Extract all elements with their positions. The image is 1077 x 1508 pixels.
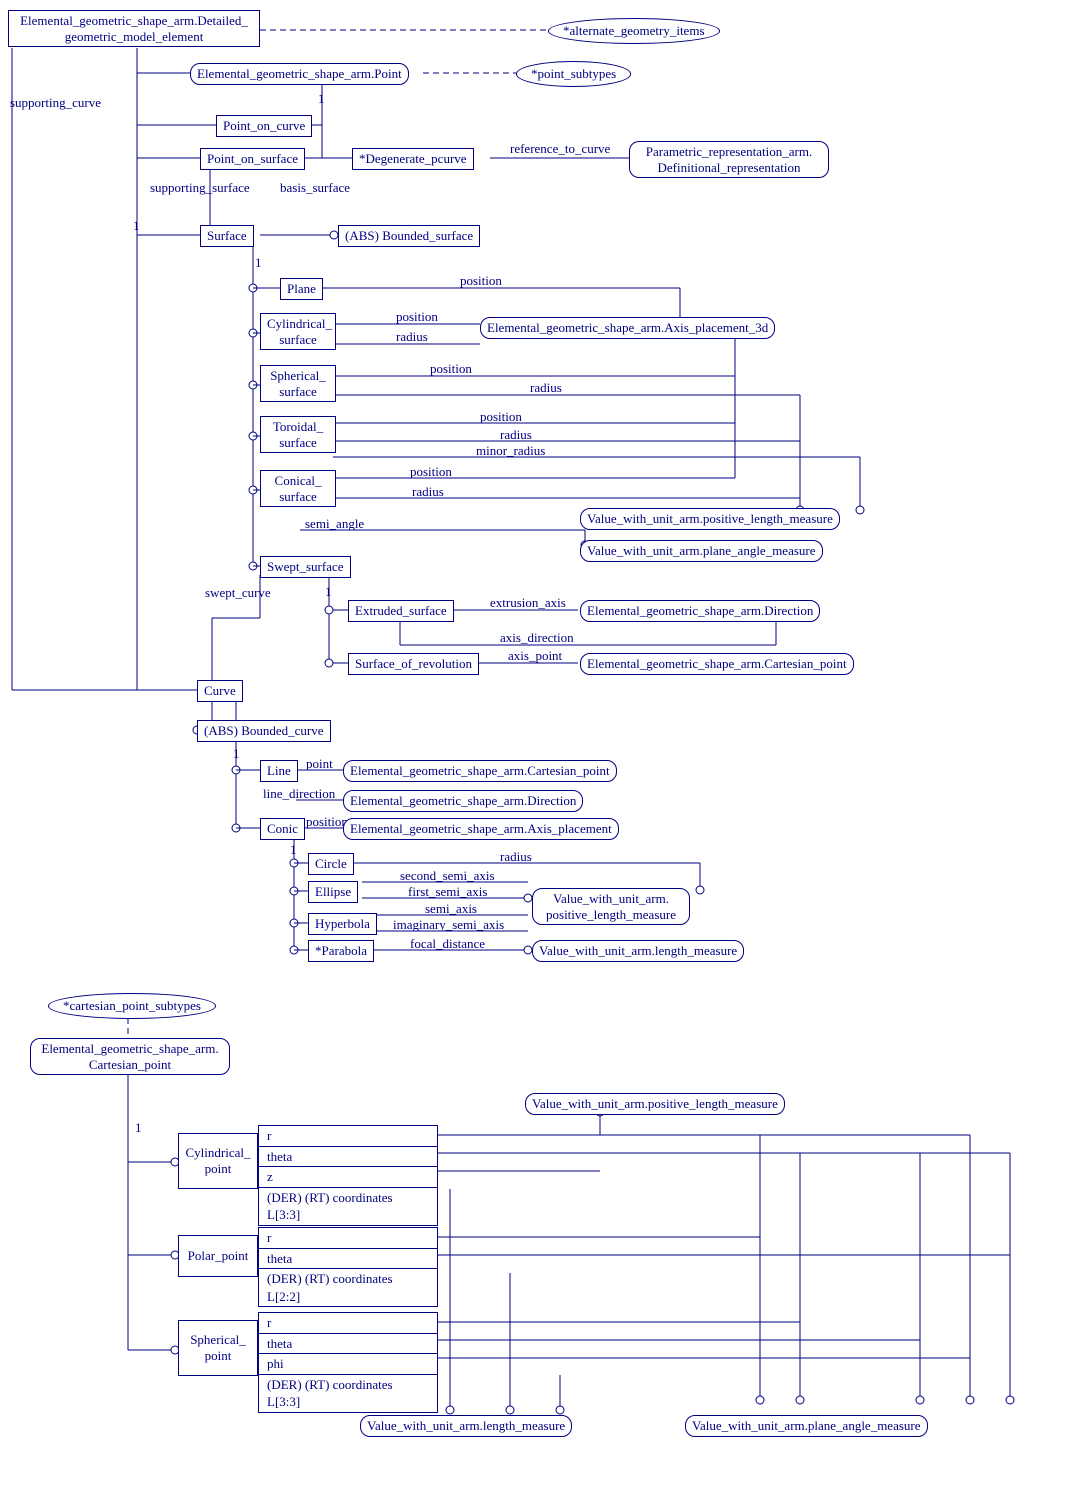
bounded-surface-box: (ABS) Bounded_surface: [338, 225, 480, 247]
surface-box: Surface: [200, 225, 254, 247]
point-box: Elemental_geometric_shape_arm.Point: [190, 63, 409, 85]
dir-box: Elemental_geometric_shape_arm.Direction: [580, 600, 820, 622]
conic-box: Conic: [260, 818, 305, 840]
polar-pt-box: Polar_point: [178, 1235, 258, 1277]
cyl-pt-box: Cylindrical_point: [178, 1133, 258, 1189]
pam-box: Value_with_unit_arm.plane_angle_measure: [580, 540, 823, 562]
lm-box: Value_with_unit_arm.length_measure: [532, 940, 744, 962]
swept-surf-box: Swept_surface: [260, 556, 351, 578]
hyperbola-box: Hyperbola: [308, 913, 377, 935]
pam3-box: Value_with_unit_arm.plane_angle_measure: [685, 1415, 928, 1437]
bounded-curve-box: (ABS) Bounded_curve: [197, 720, 331, 742]
cart-root-box: Elemental_geometric_shape_arm.Cartesian_…: [30, 1038, 230, 1075]
root-box: Elemental_geometric_shape_arm.Detailed_g…: [8, 10, 260, 47]
root-text: Elemental_geometric_shape_arm.Detailed_g…: [20, 13, 248, 44]
axis-place-box: Elemental_geometric_shape_arm.Axis_place…: [343, 818, 619, 840]
point-subtypes-oval: *point_subtypes: [516, 61, 631, 87]
plane-box: Plane: [280, 278, 323, 300]
sph-pt-attrs: r theta phi (DER) (RT) coordinates L[3:3…: [258, 1312, 438, 1413]
polar-pt-attrs: r theta (DER) (RT) coordinates L[2:2]: [258, 1227, 438, 1307]
cpt-box: Elemental_geometric_shape_arm.Cartesian_…: [580, 653, 854, 675]
ellipse-box: Ellipse: [308, 881, 358, 903]
poc-box: Point_on_curve: [216, 115, 312, 137]
parabola-box: *Parabola: [308, 940, 374, 962]
line-cpt-box: Elemental_geometric_shape_arm.Cartesian_…: [343, 760, 617, 782]
plm2-box: Value_with_unit_arm.positive_length_meas…: [532, 888, 690, 925]
con-surf-box: Conical_surface: [260, 470, 336, 507]
cyl-pt-attrs: r theta z (DER) (RT) coordinates L[3:3]: [258, 1125, 438, 1226]
sph-surf-box: Spherical_surface: [260, 365, 336, 402]
extruded-box: Extruded_surface: [348, 600, 454, 622]
plm3-box: Value_with_unit_arm.positive_length_meas…: [525, 1093, 785, 1115]
lm3-box: Value_with_unit_arm.length_measure: [360, 1415, 572, 1437]
sor-box: Surface_of_revolution: [348, 653, 479, 675]
circle-box: Circle: [308, 853, 354, 875]
cyl-surf-box: Cylindrical_surface: [260, 313, 336, 350]
axis3d-box: Elemental_geometric_shape_arm.Axis_place…: [480, 317, 775, 339]
line-dir-box: Elemental_geometric_shape_arm.Direction: [343, 790, 583, 812]
curve-box: Curve: [197, 680, 243, 702]
tor-surf-box: Toroidal_surface: [260, 416, 336, 453]
lbl-supporting-curve: supporting_curve: [10, 95, 101, 111]
deg-pcurve-box: *Degenerate_pcurve: [352, 148, 474, 170]
line-box: Line: [260, 760, 298, 782]
cart-sub-oval: *cartesian_point_subtypes: [48, 993, 216, 1019]
sph-pt-box: Spherical_point: [178, 1320, 258, 1376]
alt-geo-oval: *alternate_geometry_items: [548, 18, 720, 44]
plm-box: Value_with_unit_arm.positive_length_meas…: [580, 508, 840, 530]
param-rep-box: Parametric_representation_arm.Definition…: [629, 141, 829, 178]
pos-box: Point_on_surface: [200, 148, 305, 170]
